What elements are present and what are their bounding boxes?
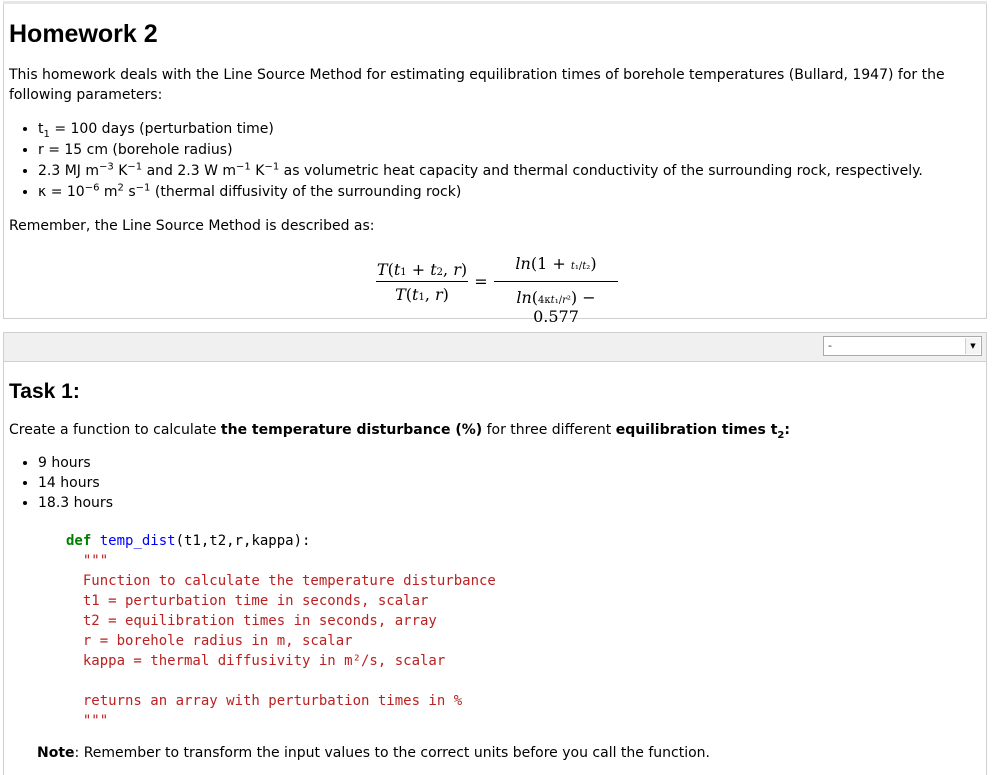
docstring: """ Function to calculate the temperatur…	[82, 553, 496, 729]
task-text-1: Create a function to calculate	[9, 422, 221, 438]
markdown-cell-2[interactable]: - ▼ Task 1: Create a function to calcula…	[3, 332, 987, 775]
parameter-list: t1 = 100 days (perturbation time) r = 15…	[9, 119, 923, 203]
cell-toolbar: - ▼	[4, 333, 986, 362]
task-text-2: for three different	[482, 422, 616, 438]
task-description: Create a function to calculate the tempe…	[9, 420, 969, 440]
note-label: Note	[37, 745, 75, 761]
param-thermal-diffusivity: κ = 10−6 m2 s−1 (thermal diffusivity of …	[38, 182, 923, 203]
page-title: Homework 2	[9, 20, 158, 48]
intro-paragraph: This homework deals with the Line Source…	[9, 67, 945, 103]
time-item: 9 hours	[38, 453, 113, 473]
code-args: (t1,t2,r,kappa):	[175, 533, 311, 549]
note-text: Note: Remember to transform the input va…	[37, 743, 710, 763]
code-block: def temp_dist(t1,t2,r,kappa): """ Functi…	[66, 531, 496, 731]
remember-text: Remember, the Line Source Method is desc…	[9, 218, 375, 234]
time-item: 14 hours	[38, 473, 113, 493]
param-borehole-radius: r = 15 cm (borehole radius)	[38, 140, 923, 161]
markdown-cell-1[interactable]: Homework 2 This homework deals with the …	[3, 1, 987, 326]
line-source-equation: T(t1 + t2, r) T(t1, r) = ln(1 + t₁/t₂) l…	[376, 248, 626, 326]
times-list: 9 hours 14 hours 18.3 hours	[9, 453, 113, 513]
param-heat-capacity: 2.3 MJ m−3 K−1 and 2.3 W m−1 K−1 as volu…	[38, 161, 923, 182]
cell-type-select[interactable]: - ▼	[823, 336, 982, 356]
note-body: : Remember to transform the input values…	[74, 745, 710, 761]
time-item: 18.3 hours	[38, 493, 113, 513]
code-keyword: def	[66, 533, 92, 549]
task-text-bold-1: the temperature disturbance (%)	[220, 422, 483, 438]
cell-type-value: -	[828, 339, 832, 352]
chevron-down-icon[interactable]: ▼	[965, 338, 980, 354]
task-text-bold-2: equilibration times t	[615, 422, 778, 438]
task-title: Task 1:	[9, 380, 80, 403]
code-function-name: temp_dist	[99, 533, 176, 549]
param-perturbation-time: t1 = 100 days (perturbation time)	[38, 119, 923, 140]
task-text-3: :	[784, 422, 790, 438]
